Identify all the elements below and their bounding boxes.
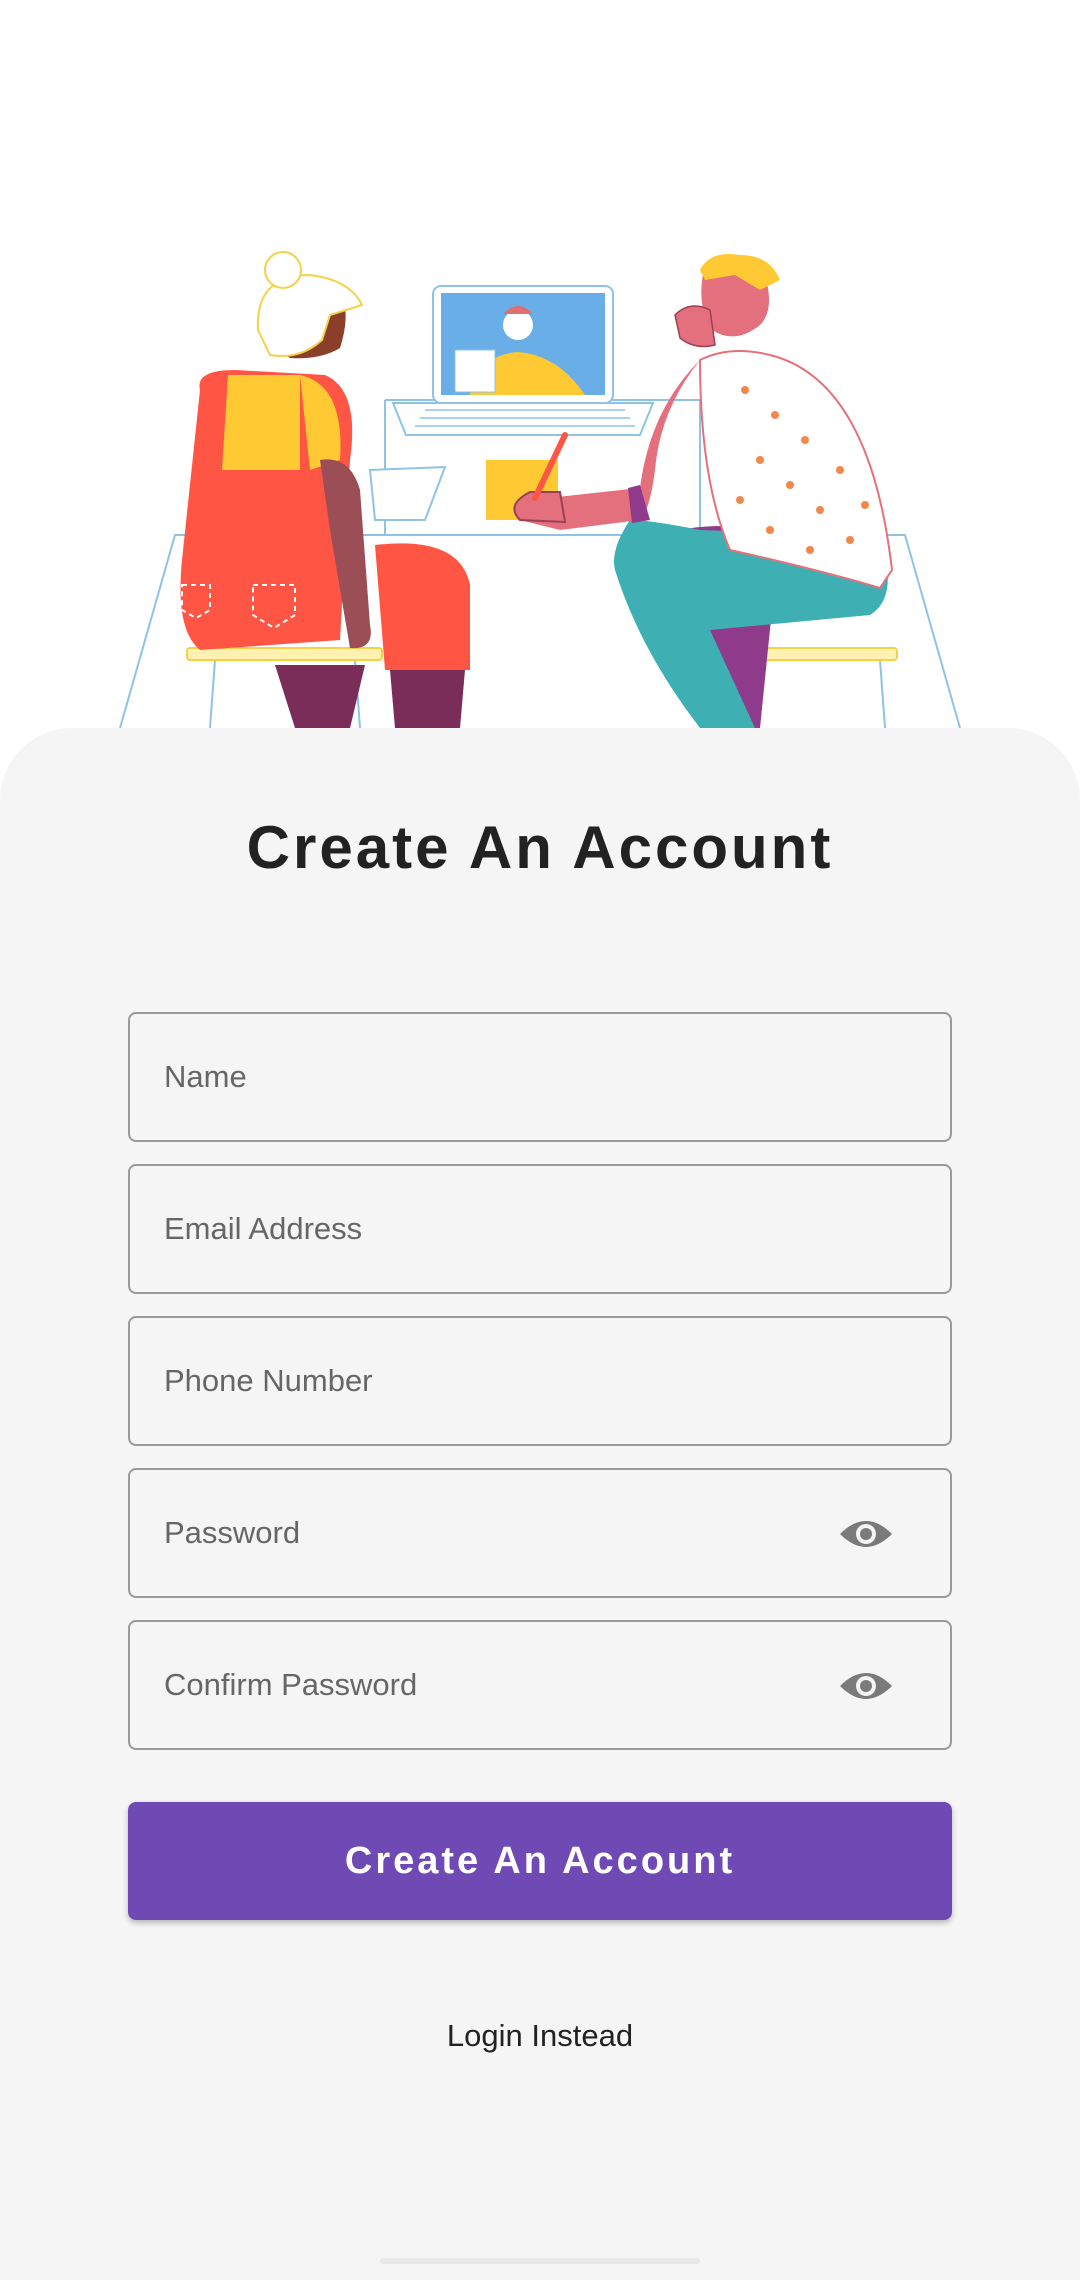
home-indicator[interactable] [380,2258,700,2264]
signup-sheet: Create An Account Create An Account Logi… [0,728,1080,2280]
phone-field-container [128,1316,952,1446]
confirm-password-field-container [128,1620,952,1750]
name-field[interactable] [164,1014,864,1139]
eye-icon[interactable] [838,1516,894,1552]
page-title: Create An Account [246,814,834,881]
eye-icon[interactable] [838,1668,894,1704]
create-account-button[interactable]: Create An Account [128,1802,952,1920]
email-field[interactable] [164,1166,864,1291]
name-field-container [128,1012,952,1142]
login-instead-link[interactable]: Login Instead [0,2018,1080,2054]
phone-field[interactable] [164,1318,864,1443]
confirm-password-field[interactable] [164,1622,864,1747]
password-field[interactable] [164,1470,864,1595]
header-illustration [119,251,961,729]
password-field-container [128,1468,952,1598]
email-field-container [128,1164,952,1294]
laptop-graphic [391,285,655,436]
create-account-button-label: Create An Account [344,1839,736,1882]
